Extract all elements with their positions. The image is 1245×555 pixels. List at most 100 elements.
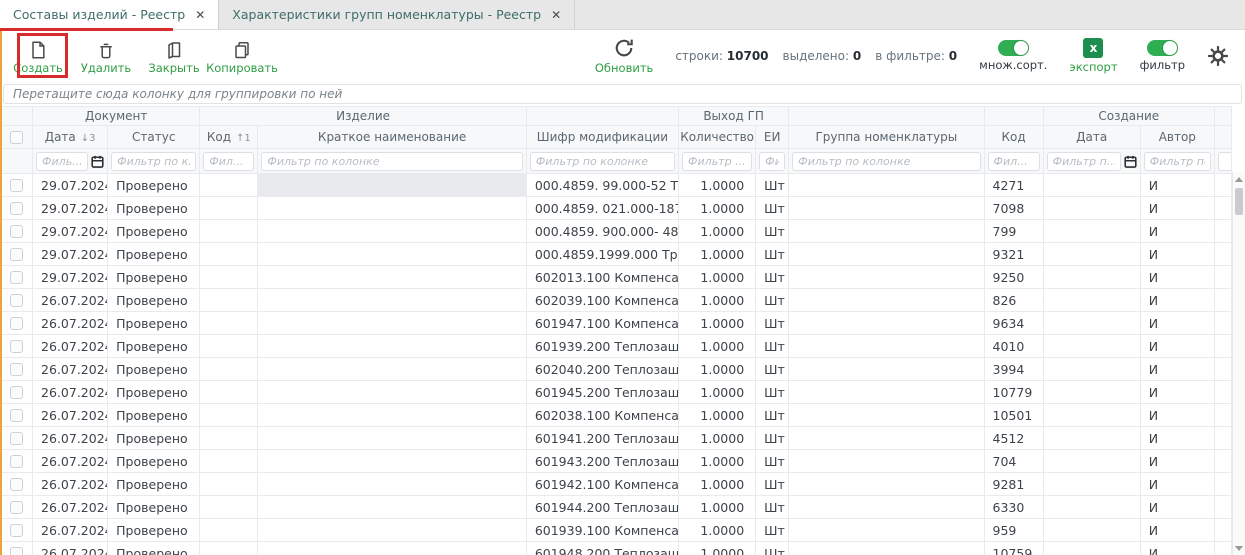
- cell-status[interactable]: Проверено: [108, 427, 200, 450]
- column-header-author[interactable]: Автор: [1140, 126, 1214, 149]
- cell-item_code[interactable]: [200, 197, 258, 220]
- cell-unit[interactable]: Шт: [756, 335, 789, 358]
- cell-code[interactable]: 704: [984, 450, 1043, 473]
- table-row[interactable]: 26.07.2024Проверено601944.200 Теплозащит…: [1, 496, 1232, 519]
- cell-author[interactable]: И: [1140, 312, 1214, 335]
- cell-qty[interactable]: 1.0000: [679, 450, 756, 473]
- cell-author[interactable]: И: [1140, 266, 1214, 289]
- cell-unit[interactable]: Шт: [756, 174, 789, 197]
- cell-mod_code[interactable]: 000.4859. 99.000-52 Труба: [526, 174, 678, 197]
- cell-author[interactable]: И: [1140, 358, 1214, 381]
- cell-code[interactable]: 7098: [984, 197, 1043, 220]
- cell-qty[interactable]: 1.0000: [679, 335, 756, 358]
- cell-mod_code[interactable]: 601939.200 Теплозащитнь: [526, 335, 678, 358]
- cell-nom_group[interactable]: [789, 542, 984, 555]
- filter-input-clipped[interactable]: [1218, 152, 1232, 171]
- cell-mod_code[interactable]: 601941.200 Теплозащитнь: [526, 427, 678, 450]
- filter-input-doc_date[interactable]: [36, 152, 88, 171]
- cell-nom_group[interactable]: [789, 266, 984, 289]
- row-checkbox[interactable]: [10, 248, 23, 261]
- cell-item_code[interactable]: [200, 473, 258, 496]
- filter-input-mod_code[interactable]: [530, 152, 675, 171]
- cell-item_code[interactable]: [200, 381, 258, 404]
- cell-create_date[interactable]: [1043, 289, 1140, 312]
- cell-code[interactable]: 4010: [984, 335, 1043, 358]
- export-button[interactable]: x экспорт: [1069, 38, 1117, 74]
- cell-short_name[interactable]: [258, 542, 526, 555]
- cell-doc_date[interactable]: 29.07.2024: [33, 174, 108, 197]
- cell-status[interactable]: Проверено: [108, 519, 200, 542]
- cell-author[interactable]: И: [1140, 243, 1214, 266]
- cell-item_code[interactable]: [200, 312, 258, 335]
- filter-input-short_name[interactable]: [261, 152, 522, 171]
- cell-status[interactable]: Проверено: [108, 473, 200, 496]
- cell-code[interactable]: 3994: [984, 358, 1043, 381]
- row-checkbox[interactable]: [10, 386, 23, 399]
- cell-short_name[interactable]: [258, 289, 526, 312]
- cell-nom_group[interactable]: [789, 404, 984, 427]
- cell-create_date[interactable]: [1043, 496, 1140, 519]
- cell-author[interactable]: И: [1140, 289, 1214, 312]
- table-row[interactable]: 26.07.2024Проверено601941.200 Теплозащит…: [1, 427, 1232, 450]
- cell-qty[interactable]: 1.0000: [679, 243, 756, 266]
- calendar-icon[interactable]: [91, 155, 104, 168]
- cell-qty[interactable]: 1.0000: [679, 496, 756, 519]
- table-row[interactable]: 26.07.2024Проверено602039.100 Компенсато…: [1, 289, 1232, 312]
- cell-nom_group[interactable]: [789, 220, 984, 243]
- row-checkbox[interactable]: [10, 478, 23, 491]
- cell-item_code[interactable]: [200, 542, 258, 555]
- cell-item_code[interactable]: [200, 266, 258, 289]
- cell-create_date[interactable]: [1043, 312, 1140, 335]
- cell-short_name[interactable]: [258, 381, 526, 404]
- cell-short_name[interactable]: [258, 335, 526, 358]
- cell-mod_code[interactable]: 602040.200 Теплозащитнь: [526, 358, 678, 381]
- cell-nom_group[interactable]: [789, 496, 984, 519]
- vertical-scrollbar[interactable]: [1232, 172, 1245, 555]
- cell-item_code[interactable]: [200, 335, 258, 358]
- filter-input-create_date[interactable]: [1047, 152, 1121, 171]
- cell-create_date[interactable]: [1043, 404, 1140, 427]
- table-row[interactable]: 26.07.2024Проверено601947.100 Компенсато…: [1, 312, 1232, 335]
- column-header-item_code[interactable]: Код↑1: [200, 126, 258, 149]
- column-header-create_date[interactable]: Дата: [1043, 126, 1140, 149]
- cell-doc_date[interactable]: 26.07.2024: [33, 542, 108, 555]
- cell-create_date[interactable]: [1043, 358, 1140, 381]
- table-row[interactable]: 29.07.2024Проверено000.4859. 021.000-187…: [1, 197, 1232, 220]
- group-by-drop-zone[interactable]: Перетащите сюда колонку для группировки …: [3, 84, 1242, 104]
- cell-doc_date[interactable]: 26.07.2024: [33, 404, 108, 427]
- cell-code[interactable]: 10501: [984, 404, 1043, 427]
- cell-author[interactable]: И: [1140, 174, 1214, 197]
- cell-status[interactable]: Проверено: [108, 266, 200, 289]
- table-row[interactable]: 29.07.2024Проверено000.4859. 900.000- 48…: [1, 220, 1232, 243]
- cell-doc_date[interactable]: 26.07.2024: [33, 496, 108, 519]
- cell-short_name[interactable]: [258, 519, 526, 542]
- row-checkbox[interactable]: [10, 294, 23, 307]
- table-row[interactable]: 26.07.2024Проверено601939.100 Компенсато…: [1, 519, 1232, 542]
- cell-code[interactable]: 6330: [984, 496, 1043, 519]
- cell-author[interactable]: И: [1140, 496, 1214, 519]
- cell-author[interactable]: И: [1140, 427, 1214, 450]
- cell-qty[interactable]: 1.0000: [679, 289, 756, 312]
- calendar-icon[interactable]: [1124, 155, 1137, 168]
- cell-short_name[interactable]: [258, 450, 526, 473]
- cell-status[interactable]: Проверено: [108, 174, 200, 197]
- cell-code[interactable]: 9281: [984, 473, 1043, 496]
- table-row[interactable]: 29.07.2024Проверено000.4859.1999.000 Тру…: [1, 243, 1232, 266]
- cell-short_name[interactable]: [258, 243, 526, 266]
- cell-qty[interactable]: 1.0000: [679, 312, 756, 335]
- cell-short_name[interactable]: [258, 404, 526, 427]
- cell-create_date[interactable]: [1043, 473, 1140, 496]
- cell-unit[interactable]: Шт: [756, 381, 789, 404]
- cell-status[interactable]: Проверено: [108, 243, 200, 266]
- cell-unit[interactable]: Шт: [756, 266, 789, 289]
- row-checkbox[interactable]: [10, 432, 23, 445]
- cell-create_date[interactable]: [1043, 381, 1140, 404]
- cell-status[interactable]: Проверено: [108, 197, 200, 220]
- cell-status[interactable]: Проверено: [108, 335, 200, 358]
- cell-nom_group[interactable]: [789, 289, 984, 312]
- cell-qty[interactable]: 1.0000: [679, 427, 756, 450]
- refresh-button[interactable]: Обновить: [595, 37, 653, 75]
- cell-qty[interactable]: 1.0000: [679, 404, 756, 427]
- cell-unit[interactable]: Шт: [756, 197, 789, 220]
- cell-create_date[interactable]: [1043, 335, 1140, 358]
